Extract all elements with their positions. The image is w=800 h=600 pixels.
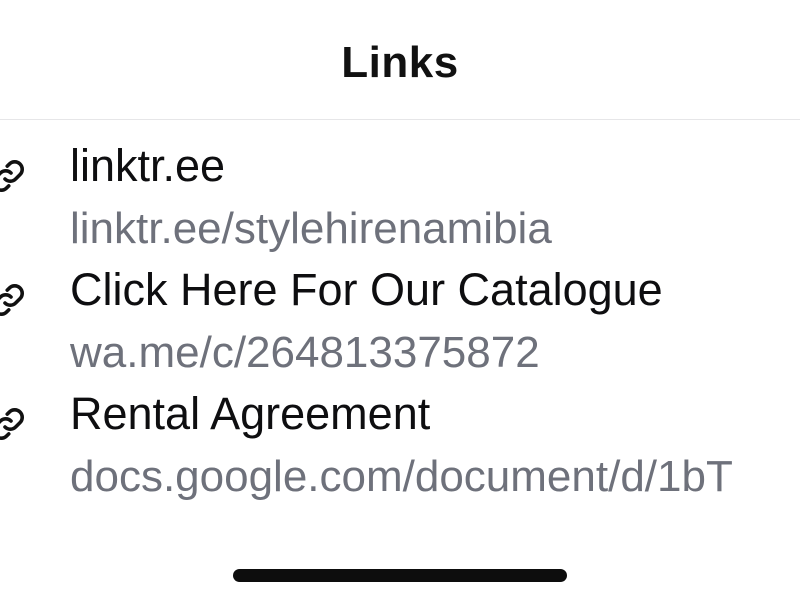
link-icon xyxy=(0,160,24,192)
link-icon xyxy=(0,284,24,316)
link-icon xyxy=(0,408,24,440)
header: Links xyxy=(0,0,800,120)
link-title: linktr.ee xyxy=(70,140,226,191)
link-url[interactable]: docs.google.com/document/d/1bT xyxy=(70,452,733,502)
link-title: Rental Agreement xyxy=(70,388,431,439)
links-screen: Links linktr.ee linktr.ee/stylehirenamib… xyxy=(0,0,800,600)
link-title: Click Here For Our Catalogue xyxy=(70,264,663,315)
page-title: Links xyxy=(341,38,459,87)
link-item-catalogue[interactable]: Click Here For Our Catalogue wa.me/c/264… xyxy=(0,252,800,377)
link-item-rental-agreement[interactable]: Rental Agreement docs.google.com/documen… xyxy=(0,376,800,501)
link-url[interactable]: wa.me/c/264813375872 xyxy=(70,328,540,378)
home-indicator[interactable] xyxy=(233,569,567,582)
link-item-linktree[interactable]: linktr.ee linktr.ee/stylehirenamibia xyxy=(0,128,800,253)
link-url[interactable]: linktr.ee/stylehirenamibia xyxy=(70,204,552,254)
